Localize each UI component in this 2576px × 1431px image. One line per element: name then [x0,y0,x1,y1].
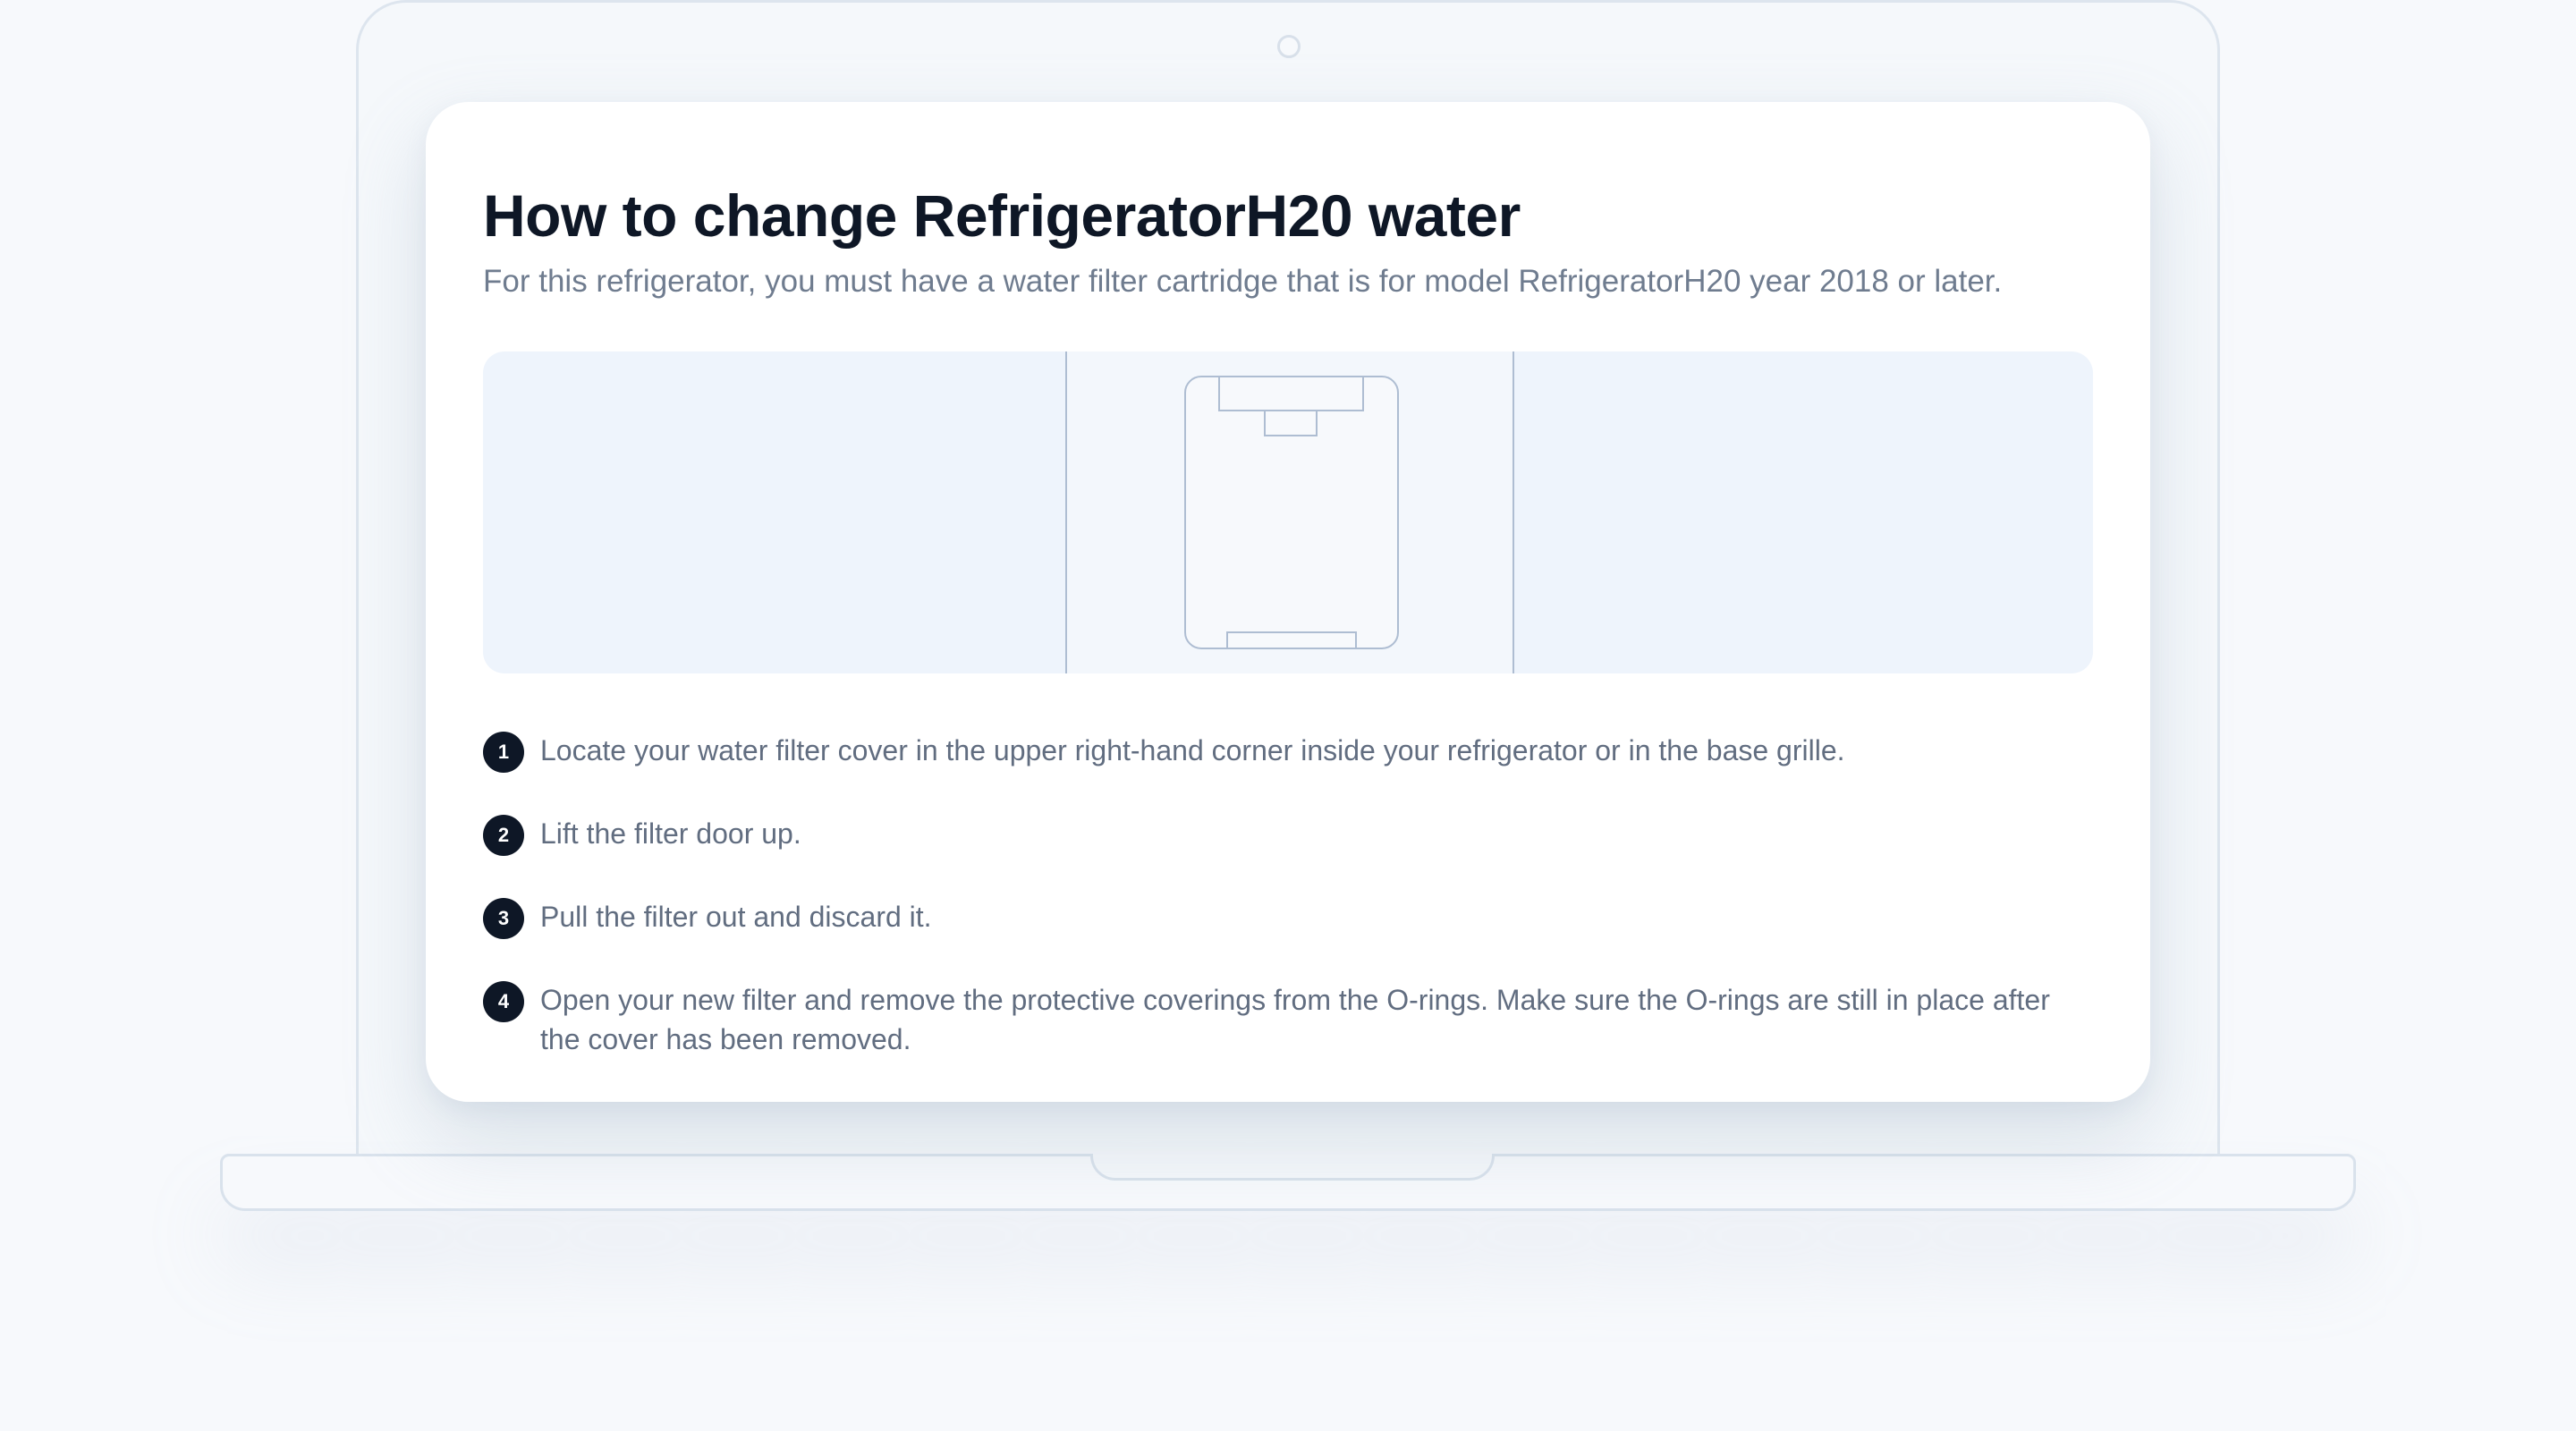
step-text: Open your new filter and remove the prot… [540,984,2050,1056]
page-subtitle: For this refrigerator, you must have a w… [483,263,2003,299]
page-title: How to change RefrigeratorH20 water [483,182,1521,249]
webcam-icon [1277,35,1301,58]
instructions-card: How to change RefrigeratorH20 water For … [426,102,2150,1102]
step-number-badge: 2 [483,815,524,857]
step-item: 2 Lift the filter door up. [483,814,2093,857]
step-text: Pull the filter out and discard it. [540,901,932,934]
step-number-badge: 1 [483,732,524,774]
laptop-mockup: How to change RefrigeratorH20 water For … [0,0,2576,1431]
step-number-badge: 3 [483,898,524,940]
step-text: Lift the filter door up. [540,817,801,851]
step-item: 4 Open your new filter and remove the pr… [483,980,2093,1059]
step-item: 1 Locate your water filter cover in the … [483,731,2093,774]
step-text: Locate your water filter cover in the up… [540,734,1845,767]
laptop-base [220,1154,2356,1211]
step-number-badge: 4 [483,981,524,1023]
steps-list: 1 Locate your water filter cover in the … [483,731,2093,1059]
filter-illustration [483,351,2093,674]
step-item: 3 Pull the filter out and discard it. [483,897,2093,940]
laptop-trackpad-notch [1090,1154,1495,1181]
water-filter-cartridge-icon [1065,351,1514,674]
